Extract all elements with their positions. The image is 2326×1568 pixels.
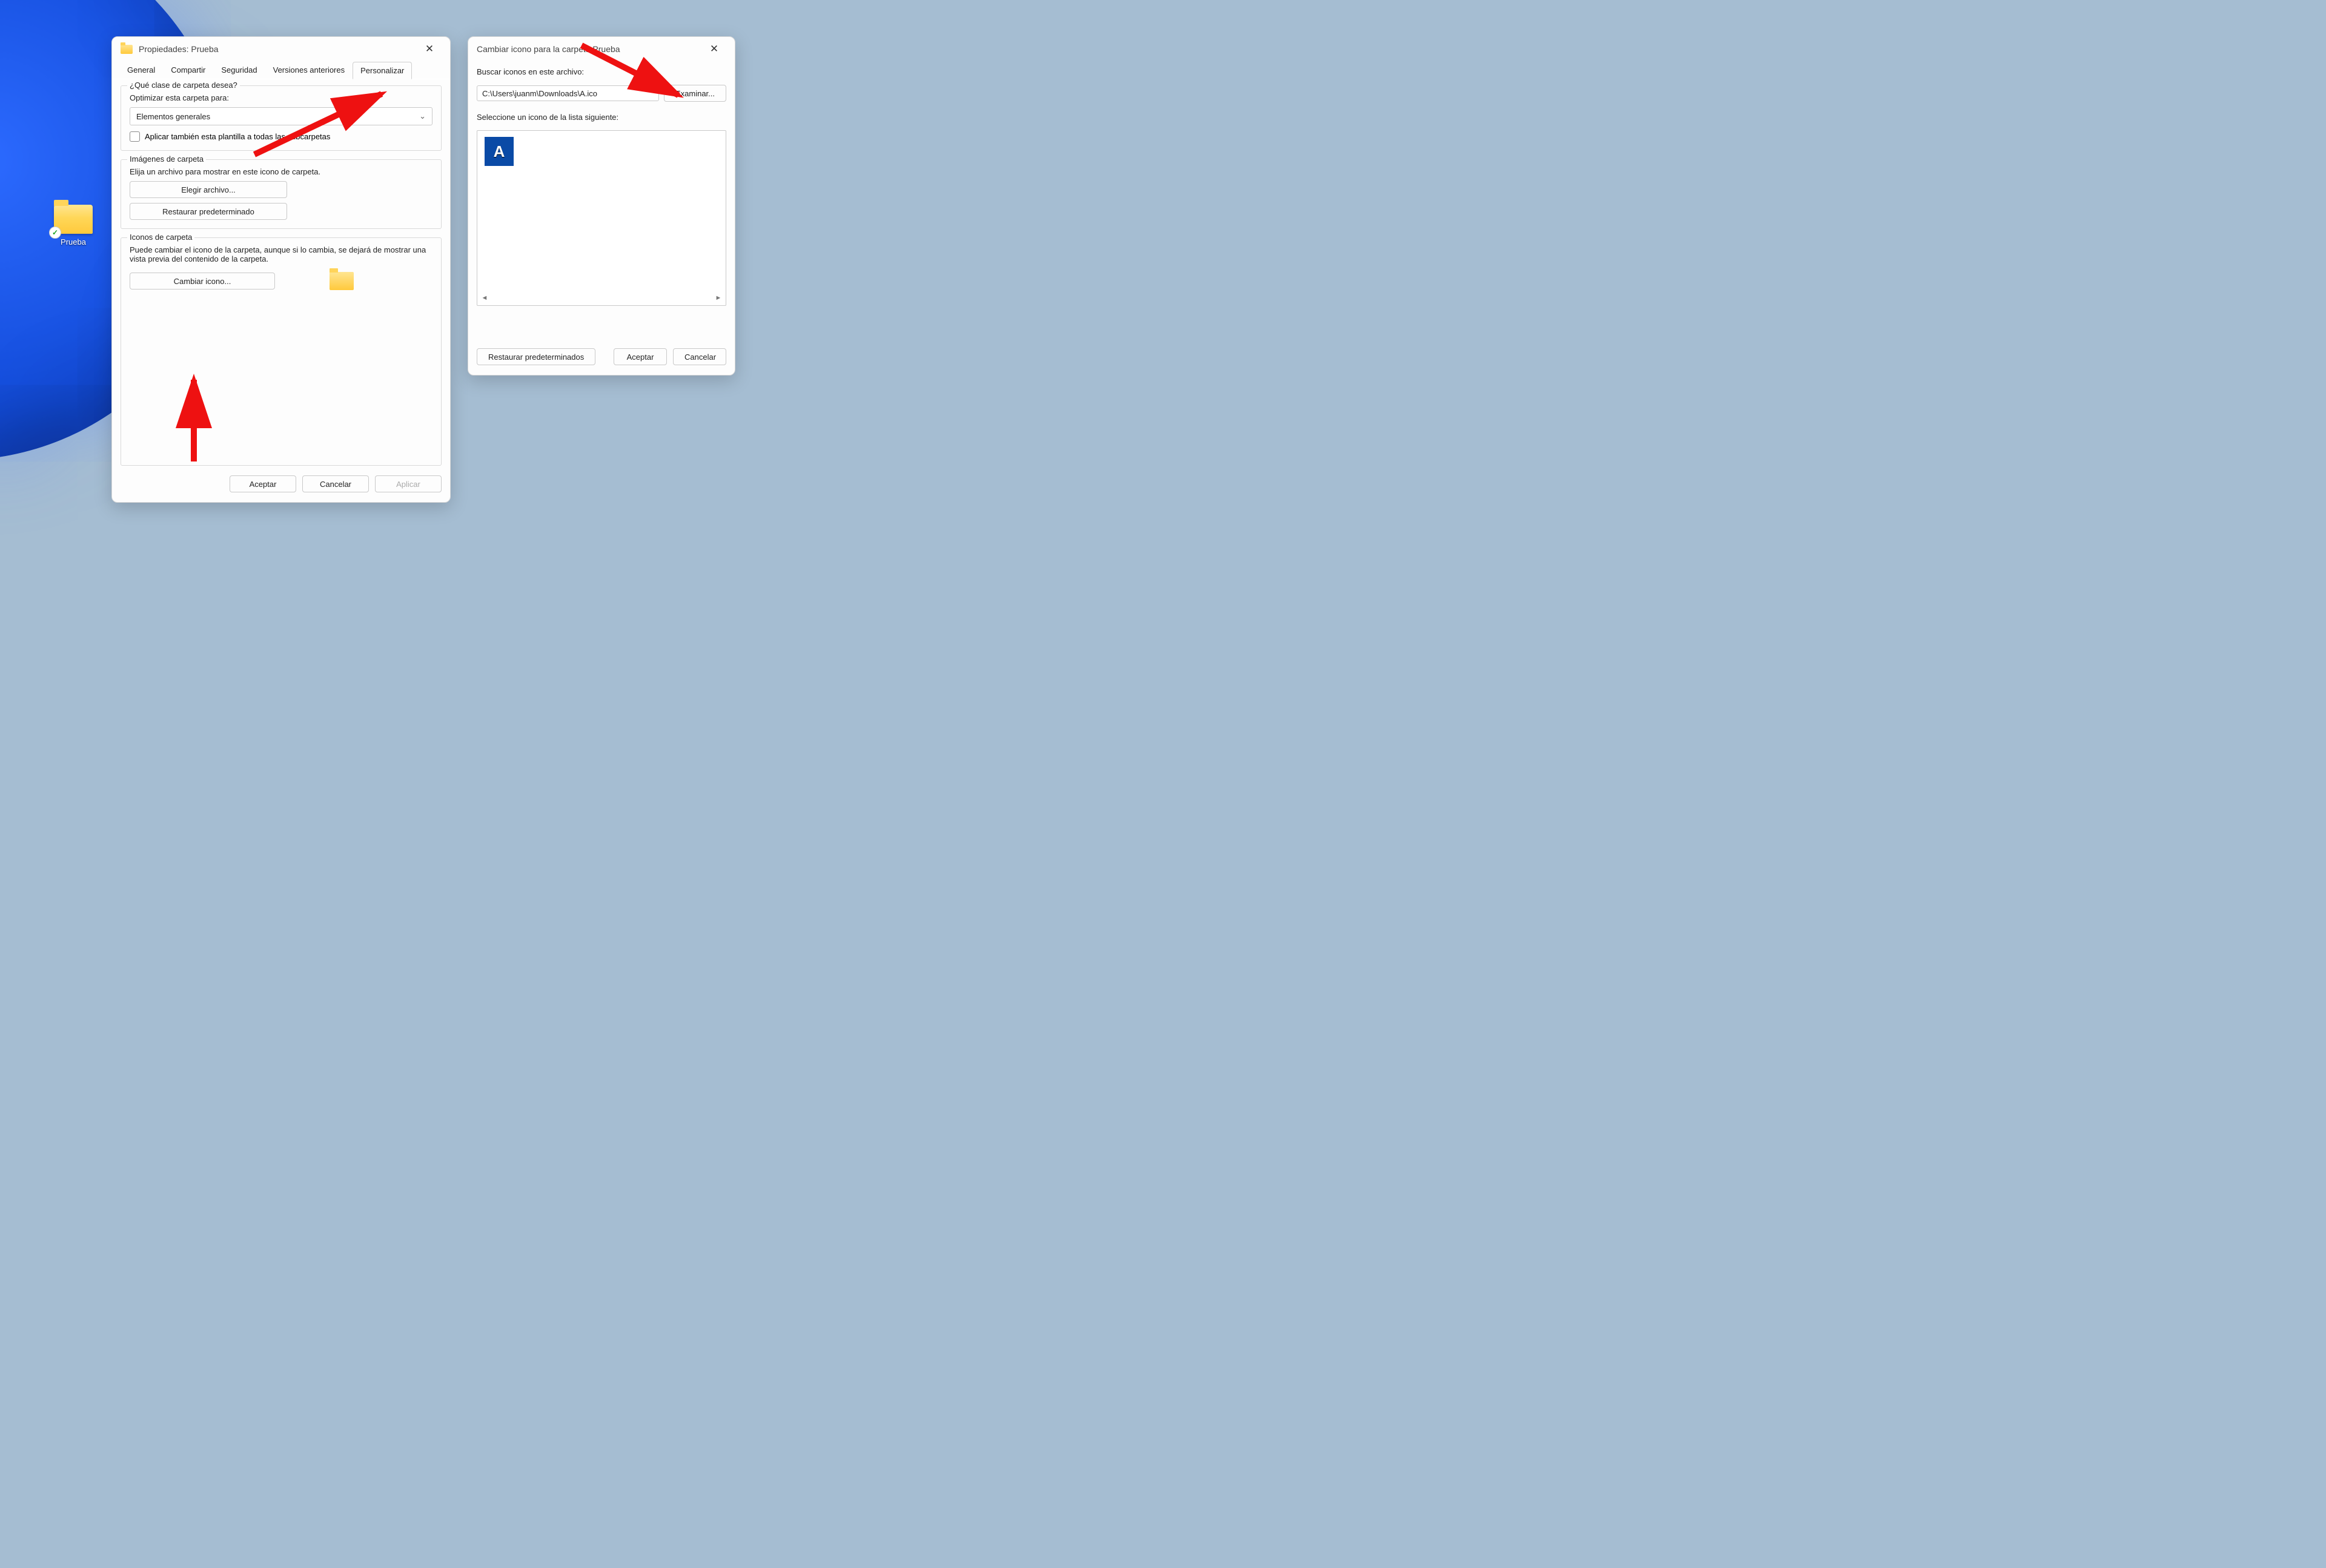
icon-option-a[interactable]: A — [483, 136, 515, 167]
scroll-left-icon[interactable]: ◄ — [480, 293, 489, 303]
icon-letter: A — [494, 142, 505, 161]
apply-subfolders-label: Aplicar también esta plantilla a todas l… — [145, 132, 330, 141]
restore-defaults-button[interactable]: Restaurar predeterminados — [477, 348, 595, 365]
tab-previous-versions[interactable]: Versiones anteriores — [265, 61, 353, 79]
apply-button[interactable]: Aplicar — [375, 475, 442, 492]
tab-security[interactable]: Seguridad — [213, 61, 265, 79]
folder-icon: ✓ — [54, 205, 93, 234]
apply-subfolders-checkbox[interactable] — [130, 131, 140, 142]
accept-button[interactable]: Aceptar — [230, 475, 296, 492]
tab-general[interactable]: General — [119, 61, 163, 79]
properties-footer: Aceptar Cancelar Aplicar — [112, 468, 450, 502]
titlebar-change-icon: Cambiar icono para la carpeta Prueba ✕ — [468, 37, 735, 61]
group-folder-images: Imágenes de carpeta Elija un archivo par… — [121, 159, 442, 229]
choose-file-button[interactable]: Elegir archivo... — [130, 181, 287, 198]
chevron-down-icon: ⌄ — [419, 111, 426, 121]
desktop-shortcut-label: Prueba — [61, 237, 86, 246]
group-folder-kind-legend: ¿Qué clase de carpeta desea? — [127, 81, 240, 90]
current-icon-preview — [330, 272, 354, 290]
optimize-select[interactable]: Elementos generales ⌄ — [130, 107, 432, 125]
icon-list[interactable]: A ◄ ► — [477, 130, 726, 306]
optimize-label: Optimizar esta carpeta para: — [130, 93, 432, 102]
cancel-button[interactable]: Cancelar — [302, 475, 369, 492]
restore-default-image-button[interactable]: Restaurar predeterminado — [130, 203, 287, 220]
folder-icons-desc: Puede cambiar el icono de la carpeta, au… — [130, 245, 432, 263]
group-folder-icons-legend: Iconos de carpeta — [127, 233, 194, 242]
cancel-button[interactable]: Cancelar — [673, 348, 726, 365]
group-folder-icons: Iconos de carpeta Puede cambiar el icono… — [121, 237, 442, 466]
folder-images-desc: Elija un archivo para mostrar en este ic… — [130, 167, 432, 176]
sync-check-badge: ✓ — [49, 227, 61, 239]
accept-button[interactable]: Aceptar — [614, 348, 667, 365]
apply-subfolders-row[interactable]: Aplicar también esta plantilla a todas l… — [130, 131, 432, 142]
desktop-folder-shortcut[interactable]: ✓ Prueba — [47, 205, 100, 246]
change-icon-dialog: Cambiar icono para la carpeta Prueba ✕ B… — [468, 36, 735, 375]
tab-share[interactable]: Compartir — [163, 61, 213, 79]
search-icons-label: Buscar iconos en este archivo: — [477, 67, 726, 76]
tab-customize[interactable]: Personalizar — [353, 62, 412, 79]
file-path-row: Examinar... — [477, 85, 726, 102]
properties-dialog: Propiedades: Prueba ✕ General Compartir … — [111, 36, 451, 503]
tabs-row: General Compartir Seguridad Versiones an… — [112, 61, 450, 79]
group-folder-images-legend: Imágenes de carpeta — [127, 154, 206, 164]
customize-pane: ¿Qué clase de carpeta desea? Optimizar e… — [112, 79, 450, 468]
close-icon[interactable]: ✕ — [702, 37, 726, 61]
change-icon-footer: Restaurar predeterminados Aceptar Cancel… — [468, 341, 735, 375]
optimize-value: Elementos generales — [136, 112, 210, 121]
select-icon-label: Seleccione un icono de la lista siguient… — [477, 113, 726, 122]
scroll-right-icon[interactable]: ► — [714, 293, 723, 303]
close-icon[interactable]: ✕ — [417, 37, 442, 61]
properties-title: Propiedades: Prueba — [139, 44, 411, 54]
icon-list-scrollbar[interactable]: ◄ ► — [480, 293, 723, 303]
group-folder-kind: ¿Qué clase de carpeta desea? Optimizar e… — [121, 85, 442, 151]
icon-file-path-input[interactable] — [477, 85, 659, 101]
change-icon-pane: Buscar iconos en este archivo: Examinar.… — [468, 61, 735, 341]
titlebar-properties: Propiedades: Prueba ✕ — [112, 37, 450, 61]
change-icon-button[interactable]: Cambiar icono... — [130, 273, 275, 289]
browse-button[interactable]: Examinar... — [664, 85, 726, 102]
change-icon-title: Cambiar icono para la carpeta Prueba — [477, 44, 696, 54]
folder-mini-icon — [121, 45, 133, 54]
